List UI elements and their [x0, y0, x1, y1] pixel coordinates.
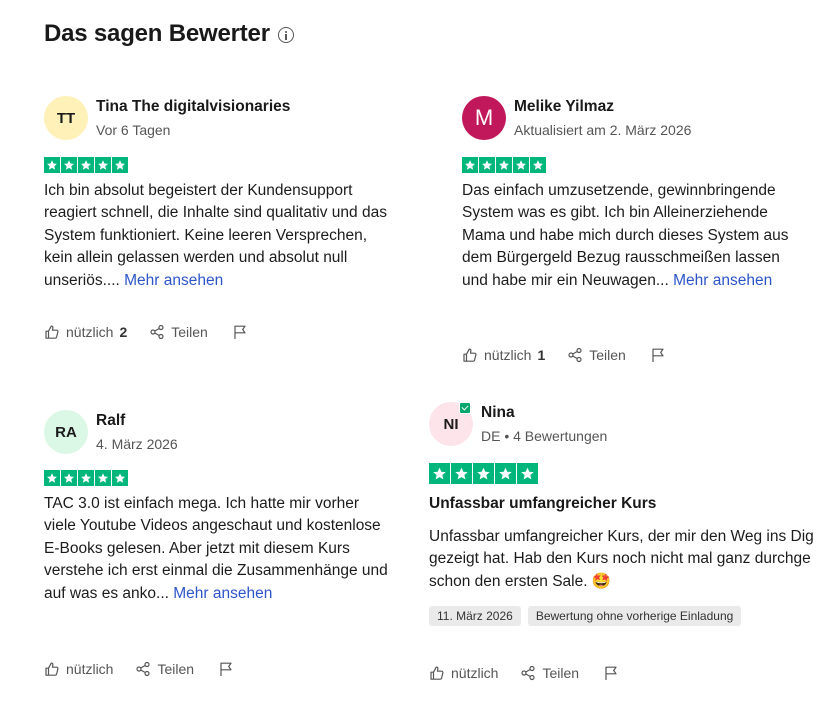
star-icon: [78, 157, 94, 173]
star-icon: [517, 463, 538, 484]
review-card: NI Nina DE • 4 Bewertungen Unfassbar umf…: [429, 402, 831, 627]
star-icon: [462, 157, 478, 173]
star-icon: [513, 157, 529, 173]
useful-button[interactable]: nützlich: [429, 665, 498, 681]
verified-badge-icon: [459, 402, 471, 414]
share-button[interactable]: Teilen: [135, 661, 194, 677]
review-meta: Vor 6 Tagen: [96, 122, 171, 138]
share-icon: [135, 661, 151, 677]
review-card: RA Ralf 4. März 2026 TAC 3.0 ist einfach…: [44, 410, 424, 605]
star-rating: [429, 463, 831, 484]
share-button[interactable]: Teilen: [567, 347, 626, 363]
star-rating: [462, 157, 831, 173]
section-title-text: Das sagen Bewerter: [44, 20, 270, 47]
star-icon: [78, 470, 94, 486]
star-icon: [44, 157, 60, 173]
review-header: TT Tina The digitalvisionaries Vor 6 Tag…: [44, 96, 424, 144]
star-icon: [479, 157, 495, 173]
review-header: M Melike Yilmaz Aktualisiert am 2. März …: [462, 96, 831, 144]
review-meta: DE • 4 Bewertungen: [481, 428, 608, 444]
useful-label: nützlich: [484, 347, 532, 363]
share-label: Teilen: [542, 665, 580, 681]
useful-button[interactable]: nützlich 1: [462, 347, 545, 363]
invite-status-chip[interactable]: Bewertung ohne vorherige Einladung: [527, 606, 742, 627]
star-icon: [112, 470, 128, 486]
thumbs-up-icon: [44, 661, 60, 677]
avatar[interactable]: RA: [44, 410, 88, 454]
star-icon: [495, 463, 516, 484]
review-body: Ich bin absolut begeistert der Kundensup…: [44, 180, 389, 292]
report-button[interactable]: [650, 347, 666, 363]
reviewer-name[interactable]: Nina: [481, 404, 515, 422]
star-icon: [61, 157, 77, 173]
review-card: M Melike Yilmaz Aktualisiert am 2. März …: [462, 96, 831, 292]
review-meta: 4. März 2026: [96, 436, 178, 452]
flag-icon: [650, 347, 666, 363]
report-button[interactable]: [218, 661, 234, 677]
useful-button[interactable]: nützlich: [44, 661, 113, 677]
thumbs-up-icon: [429, 665, 445, 681]
star-icon: [95, 157, 111, 173]
share-label: Teilen: [157, 661, 195, 677]
flag-icon: [232, 324, 248, 340]
thumbs-up-icon: [44, 324, 60, 340]
flag-icon: [218, 661, 234, 677]
review-actions: nützlich 1 Teilen: [462, 347, 666, 363]
flag-icon: [603, 665, 619, 681]
section-title: Das sagen Bewerter: [44, 20, 294, 48]
review-body: TAC 3.0 ist einfach mega. Ich hatte mir …: [44, 493, 389, 605]
review-card: TT Tina The digitalvisionaries Vor 6 Tag…: [44, 96, 424, 292]
avatar[interactable]: TT: [44, 96, 88, 140]
info-icon[interactable]: [277, 27, 294, 43]
thumbs-up-icon: [462, 347, 478, 363]
star-icon: [530, 157, 546, 173]
review-title: Unfassbar umfangreicher Kurs: [429, 495, 657, 512]
report-button[interactable]: [603, 665, 619, 681]
review-body: Das einfach umzusetzende, gewinnbringend…: [462, 180, 807, 292]
review-header: NI Nina DE • 4 Bewertungen: [429, 402, 831, 450]
share-label: Teilen: [589, 347, 626, 363]
review-body: Unfassbar umfangreicher Kurs, der mir de…: [429, 526, 831, 593]
useful-button[interactable]: nützlich 2: [44, 324, 127, 340]
more-link[interactable]: Mehr ansehen: [673, 272, 772, 289]
report-button[interactable]: [232, 324, 248, 340]
review-meta: Aktualisiert am 2. März 2026: [514, 122, 692, 138]
review-chips: 11. März 2026 Bewertung ohne vorherige E…: [429, 606, 831, 627]
share-icon: [567, 347, 583, 363]
reviewer-name[interactable]: Tina The digitalvisionaries: [96, 98, 290, 116]
reviewer-name[interactable]: Melike Yilmaz: [514, 98, 614, 116]
review-actions: nützlich Teilen: [44, 661, 234, 677]
date-chip: 11. März 2026: [429, 606, 521, 627]
star-icon: [112, 157, 128, 173]
useful-label: nützlich: [66, 324, 114, 340]
share-icon: [149, 324, 165, 340]
share-label: Teilen: [171, 324, 208, 340]
avatar[interactable]: M: [462, 96, 506, 140]
star-icon: [95, 470, 111, 486]
more-link[interactable]: Mehr ansehen: [173, 585, 272, 602]
review-text: Unfassbar umfangreicher Kurs, der mir de…: [429, 528, 814, 590]
star-icon: [496, 157, 512, 173]
reviewer-name[interactable]: Ralf: [96, 412, 125, 430]
share-button[interactable]: Teilen: [149, 324, 208, 340]
star-rating: [44, 470, 424, 486]
review-actions: nützlich Teilen: [429, 665, 619, 681]
share-button[interactable]: Teilen: [520, 665, 579, 681]
useful-label: nützlich: [66, 661, 114, 677]
star-icon: [61, 470, 77, 486]
star-icon: [451, 463, 472, 484]
more-link[interactable]: Mehr ansehen: [124, 272, 223, 289]
useful-count: 1: [537, 347, 546, 363]
share-icon: [520, 665, 536, 681]
review-header: RA Ralf 4. März 2026: [44, 410, 424, 458]
star-icon: [429, 463, 450, 484]
star-icon: [44, 470, 60, 486]
star-icon: [473, 463, 494, 484]
useful-label: nützlich: [451, 665, 499, 681]
star-rating: [44, 157, 424, 173]
review-actions: nützlich 2 Teilen: [44, 324, 248, 340]
useful-count: 2: [119, 324, 128, 340]
